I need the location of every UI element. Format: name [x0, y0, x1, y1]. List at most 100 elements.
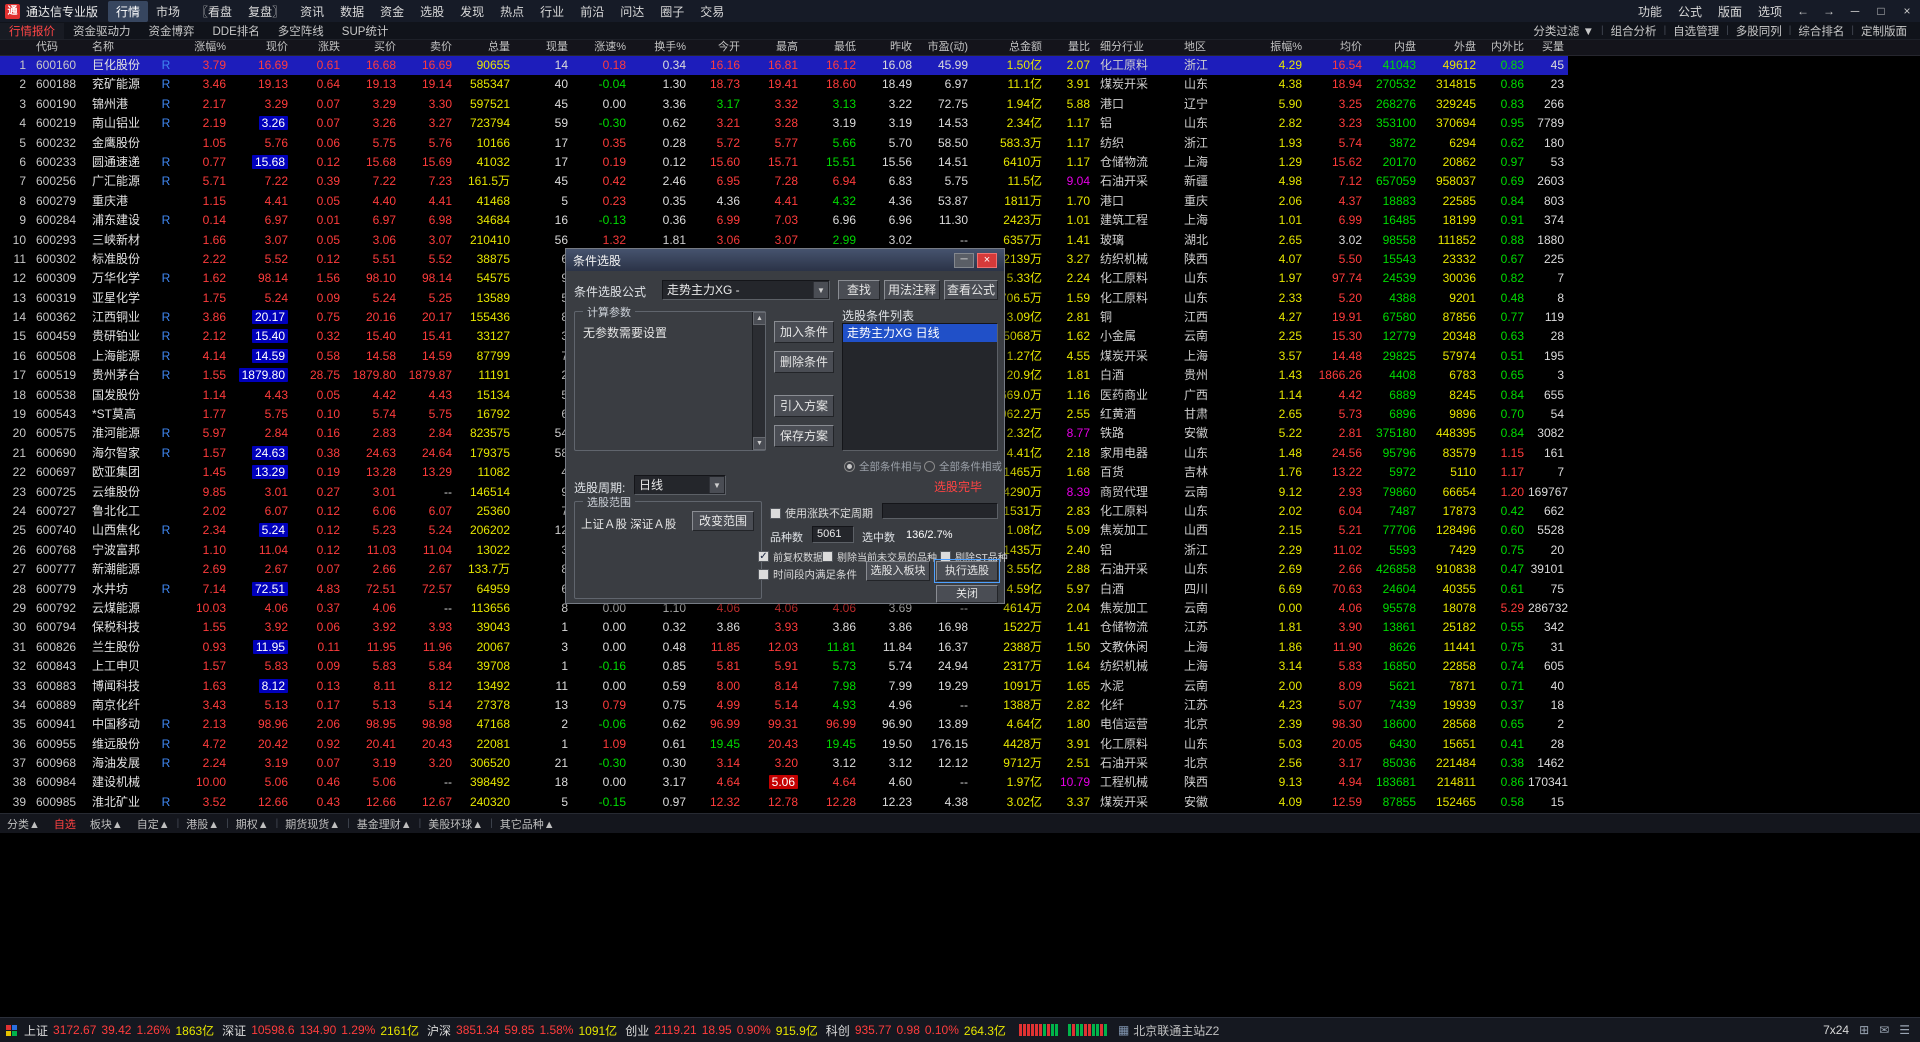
header-cell-涨幅%[interactable]: 涨幅%: [174, 40, 230, 55]
usage-note-button[interactable]: 用法注释: [884, 280, 940, 300]
remove-condition-button[interactable]: 删除条件: [774, 351, 834, 373]
category-tab-板块[interactable]: 板块▲: [83, 816, 130, 832]
menu-item-行业[interactable]: 行业: [532, 1, 572, 22]
condition-list-item[interactable]: 走势主力XG 日线: [843, 324, 997, 342]
stock-row-600293[interactable]: 10600293三峡新材1.663.070.053.063.0721041056…: [0, 231, 1568, 250]
stock-row-600160[interactable]: 1600160巨化股份R3.7916.690.6116.6816.6990655…: [0, 56, 1568, 75]
toolbar-action-自选管理[interactable]: 自选管理: [1666, 23, 1726, 39]
server-status[interactable]: ▦ 北京联通主站Z2: [1118, 1022, 1219, 1039]
toolbar-tab-SUP统计[interactable]: SUP统计: [333, 23, 398, 39]
stock-row-600256[interactable]: 7600256广汇能源R5.717.220.397.227.23161.5万45…: [0, 172, 1568, 191]
index-quote-深证[interactable]: 深证10598.6134.901.29%2161亿: [222, 1022, 419, 1039]
time-range-checkbox[interactable]: 时间段内满足条件: [758, 567, 857, 582]
radio-all-and[interactable]: 全部条件相与: [844, 459, 922, 474]
title-menu-选项[interactable]: 选项: [1750, 1, 1790, 22]
toolbar-action-定制版面[interactable]: 定制版面: [1854, 23, 1914, 39]
menu-item-资金[interactable]: 资金: [372, 1, 412, 22]
stock-row-600794[interactable]: 30600794保税科技1.553.920.063.923.933904310.…: [0, 618, 1568, 637]
scroll-up-icon[interactable]: ▲: [753, 312, 766, 325]
menu-item-行情[interactable]: 行情: [108, 1, 148, 22]
header-cell-量比[interactable]: 量比: [1046, 40, 1094, 55]
chevron-down-icon[interactable]: ▼: [709, 477, 724, 493]
category-tab-自选[interactable]: 自选: [47, 816, 83, 832]
title-menu-版面[interactable]: 版面: [1710, 1, 1750, 22]
index-quote-上证[interactable]: 上证3172.6739.421.26%1863亿: [24, 1022, 214, 1039]
category-tab-美股环球[interactable]: 美股环球▲: [421, 816, 490, 832]
index-quote-创业[interactable]: 创业2119.2118.950.90%915.9亿: [625, 1022, 818, 1039]
header-cell-换手%[interactable]: 换手%: [630, 40, 690, 55]
menu-item-数据[interactable]: 数据: [332, 1, 372, 22]
dialog-title-bar[interactable]: 条件选股 ─ ×: [566, 249, 1004, 271]
category-tab-港股[interactable]: 港股▲: [179, 816, 226, 832]
stock-row-600233[interactable]: 6600233圆通速递R0.7715.680.1215.6815.6941032…: [0, 153, 1568, 172]
toolbar-tab-资金驱动力[interactable]: 资金驱动力: [64, 23, 140, 39]
stock-row-600190[interactable]: 3600190锦州港R2.173.290.073.293.30597521450…: [0, 95, 1568, 114]
header-cell-总金额[interactable]: 总金额: [972, 40, 1046, 55]
menu-item-前沿[interactable]: 前沿: [572, 1, 612, 22]
stock-row-600219[interactable]: 4600219南山铝业R2.193.260.073.263.2772379459…: [0, 114, 1568, 133]
message-icon[interactable]: ✉: [1879, 1023, 1889, 1037]
formula-combobox[interactable]: 走势主力XG - ▼: [662, 280, 830, 300]
params-scrollbar[interactable]: ▲ ▼: [752, 312, 765, 450]
header-cell-细分行业[interactable]: 细分行业: [1094, 40, 1178, 55]
close-dialog-button[interactable]: 关闭: [936, 585, 998, 603]
toolbar-tab-行情报价[interactable]: 行情报价: [0, 23, 64, 39]
menu-item-问达[interactable]: 问达: [612, 1, 652, 22]
header-cell-均价[interactable]: 均价: [1306, 40, 1366, 55]
toolbar-action-综合排名[interactable]: 综合排名: [1791, 23, 1851, 39]
stock-row-600883[interactable]: 33600883博闻科技1.638.120.138.118.1213492110…: [0, 677, 1568, 696]
stock-row-600889[interactable]: 34600889南京化纤3.435.130.175.135.1427378130…: [0, 696, 1568, 715]
stock-row-600232[interactable]: 5600232金鹰股份1.055.760.065.755.7610166170.…: [0, 134, 1568, 153]
menu-list-icon[interactable]: ☰: [1899, 1023, 1910, 1037]
header-cell-卖价[interactable]: 卖价: [400, 40, 456, 55]
dialog-close-icon[interactable]: ×: [977, 253, 997, 268]
header-cell-代码[interactable]: 代码: [30, 40, 86, 55]
stock-row-600279[interactable]: 8600279重庆港1.154.410.054.404.414146850.23…: [0, 192, 1568, 211]
header-cell-blank[interactable]: [0, 40, 30, 55]
back-arrow-icon[interactable]: ←: [1790, 4, 1816, 18]
title-menu-公式[interactable]: 公式: [1670, 1, 1710, 22]
header-cell-地区[interactable]: 地区: [1178, 40, 1234, 55]
minimize-button[interactable]: ─: [1842, 4, 1868, 18]
radio-all-or[interactable]: 全部条件相或: [924, 459, 1002, 474]
menu-item-资讯[interactable]: 资讯: [292, 1, 332, 22]
menu-item-复盘〗[interactable]: 复盘〗: [240, 1, 292, 22]
header-cell-今开[interactable]: 今开: [690, 40, 744, 55]
scroll-down-icon[interactable]: ▼: [753, 437, 766, 450]
header-cell-总量[interactable]: 总量: [456, 40, 514, 55]
category-tab-基金理财[interactable]: 基金理财▲: [350, 816, 419, 832]
toolbar-tab-DDE排名[interactable]: DDE排名: [204, 23, 269, 39]
stock-row-600955[interactable]: 36600955维远股份R4.7220.420.9220.4120.432208…: [0, 735, 1568, 754]
grid-panel-icon[interactable]: ⊞: [1859, 1023, 1869, 1037]
title-menu-功能[interactable]: 功能: [1630, 1, 1670, 22]
toolbar-tab-多空阵线[interactable]: 多空阵线: [269, 23, 333, 39]
dialog-minimize-button[interactable]: ─: [954, 253, 974, 268]
save-scheme-button[interactable]: 保存方案: [774, 425, 834, 447]
period-combobox[interactable]: 日线 ▼: [634, 475, 726, 495]
stock-row-600188[interactable]: 2600188兖矿能源R3.4619.130.6419.1319.1458534…: [0, 75, 1568, 94]
header-cell-外盘[interactable]: 外盘: [1420, 40, 1480, 55]
category-tab-期权[interactable]: 期权▲: [229, 816, 276, 832]
toolbar-action-组合分析[interactable]: 组合分析: [1604, 23, 1664, 39]
cycle-value-field[interactable]: [882, 503, 998, 519]
header-cell-现量[interactable]: 现量: [514, 40, 572, 55]
stock-row-600941[interactable]: 35600941中国移动R2.1398.962.0698.9598.984716…: [0, 715, 1568, 734]
header-cell-涨速%[interactable]: 涨速%: [572, 40, 630, 55]
chevron-down-icon[interactable]: ▼: [813, 282, 828, 298]
stock-row-600826[interactable]: 31600826兰生股份0.9311.950.1111.9511.9620067…: [0, 638, 1568, 657]
stock-row-600284[interactable]: 9600284浦东建设R0.146.970.016.976.983468416-…: [0, 211, 1568, 230]
stock-row-600985[interactable]: 39600985淮北矿业R3.5212.660.4312.6612.672403…: [0, 793, 1568, 812]
menu-item-交易[interactable]: 交易: [692, 1, 732, 22]
header-cell-内盘[interactable]: 内盘: [1366, 40, 1420, 55]
change-range-button[interactable]: 改变范围: [692, 511, 754, 531]
header-cell-名称[interactable]: 名称: [86, 40, 158, 55]
header-cell-blank[interactable]: [158, 40, 174, 55]
cycle-checkbox[interactable]: 使用涨跌不定周期: [770, 505, 873, 521]
category-tab-其它品种[interactable]: 其它品种▲: [493, 816, 562, 832]
index-quote-科创[interactable]: 科创935.770.980.10%264.3亿: [826, 1022, 1006, 1039]
forward-adjusted-checkbox[interactable]: ✓ 前复权数据: [758, 549, 823, 564]
header-cell-最低[interactable]: 最低: [802, 40, 860, 55]
forward-arrow-icon[interactable]: →: [1816, 4, 1842, 18]
execute-select-button[interactable]: 执行选股: [936, 561, 998, 581]
header-cell-市盈(动)[interactable]: 市盈(动): [916, 40, 972, 55]
